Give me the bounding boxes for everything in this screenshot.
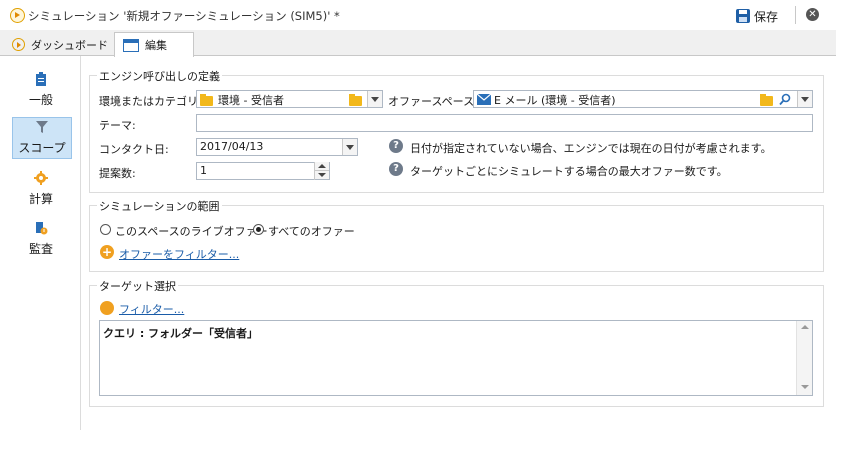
offer-space-value: E メール (環境 - 受信者) [494, 94, 616, 107]
scroll-up-icon[interactable] [801, 325, 809, 329]
nav-item-calculation[interactable]: 計算 [12, 169, 70, 209]
proposals-value: 1 [200, 164, 207, 177]
folder-icon[interactable] [760, 94, 773, 106]
form-icon [123, 38, 139, 52]
category-label: 環境またはカテゴリ: [99, 95, 202, 108]
save-label: 保存 [754, 9, 779, 24]
query-text: クエリ : フォルダー「受信者」 [103, 327, 259, 340]
query-textarea[interactable]: クエリ : フォルダー「受信者」 [99, 320, 813, 396]
category-value: 環境 - 受信者 [218, 94, 284, 107]
radio-live-offers[interactable] [100, 224, 111, 235]
contact-date-picker[interactable]: 2017/04/13 [196, 138, 358, 156]
scrollbar[interactable] [796, 321, 812, 395]
spin-down-icon[interactable] [315, 171, 329, 179]
radio-all-offers-label[interactable]: すべてのオファー [268, 223, 355, 239]
scroll-down-icon[interactable] [801, 385, 809, 389]
category-combo[interactable]: 環境 - 受信者 [196, 90, 383, 108]
filter-icon[interactable] [100, 301, 114, 315]
offer-space-label: オファースペース: [388, 95, 478, 108]
engine-group-title: エンジン呼び出しの定義 [97, 68, 222, 84]
radio-live-offers-label[interactable]: このスペースのライブオファー [115, 223, 268, 239]
target-group-title: ターゲット選択 [97, 278, 178, 294]
close-icon[interactable]: ✕ [806, 8, 819, 21]
radio-all-offers[interactable] [253, 224, 264, 235]
simulation-icon [10, 8, 25, 23]
nav-item-label: 計算 [28, 192, 53, 206]
spin-up-icon[interactable] [315, 162, 329, 171]
nav-item-label: スコープ [18, 141, 66, 155]
range-group-title: シミュレーションの範囲 [97, 198, 222, 214]
contact-date-value: 2017/04/13 [200, 140, 264, 153]
save-button[interactable]: 保存 [736, 6, 778, 26]
nav-item-scope[interactable]: スコープ [12, 117, 72, 159]
window-title: シミュレーション '新規オファーシミュレーション (SIM5)' * [28, 9, 340, 23]
toolbar-separator [795, 6, 796, 24]
theme-input[interactable] [196, 114, 813, 132]
contact-date-label: コンタクト日: [99, 143, 169, 156]
help-icon: ? [389, 139, 403, 153]
nav-item-general[interactable]: 一般 [12, 70, 70, 110]
folder-icon[interactable] [349, 94, 362, 106]
search-icon[interactable] [779, 93, 792, 106]
gear-icon [34, 171, 48, 185]
nav-item-label: 一般 [28, 93, 53, 107]
folder-icon [200, 94, 213, 106]
tab-edit-label: 編集 [145, 39, 167, 52]
proposals-stepper[interactable]: 1 [196, 162, 330, 180]
chevron-down-icon[interactable] [367, 91, 382, 107]
proposals-label: 提案数: [99, 167, 136, 180]
email-icon [477, 94, 491, 105]
nav-item-label: 監査 [28, 242, 53, 256]
theme-label: テーマ: [99, 119, 136, 132]
chevron-down-icon[interactable] [797, 91, 812, 107]
contact-date-help: 日付が指定されていない場合、エンジンでは現在の日付が考慮されます。 [410, 142, 772, 155]
funnel-icon [36, 121, 48, 133]
help-icon: ? [389, 162, 403, 176]
proposals-help: ターゲットごとにシミュレートする場合の最大オファー数です。 [410, 165, 728, 178]
tab-dashboard[interactable]: ダッシュボード [4, 34, 116, 55]
tab-dashboard-label: ダッシュボード [31, 38, 108, 52]
filter-offers-link[interactable]: オファーをフィルター... [119, 246, 239, 262]
offer-space-combo[interactable]: E メール (環境 - 受信者) [473, 90, 813, 108]
save-icon [736, 9, 750, 23]
play-icon [12, 38, 25, 51]
add-icon[interactable]: + [100, 245, 114, 259]
target-filter-link[interactable]: フィルター... [119, 301, 184, 317]
nav-item-audit[interactable]: 監査 [12, 219, 70, 259]
chevron-down-icon[interactable] [342, 139, 357, 155]
spinner[interactable] [314, 162, 329, 180]
audit-icon [36, 222, 48, 235]
tab-edit[interactable]: 編集 [114, 32, 194, 57]
clipboard-icon [36, 72, 46, 86]
